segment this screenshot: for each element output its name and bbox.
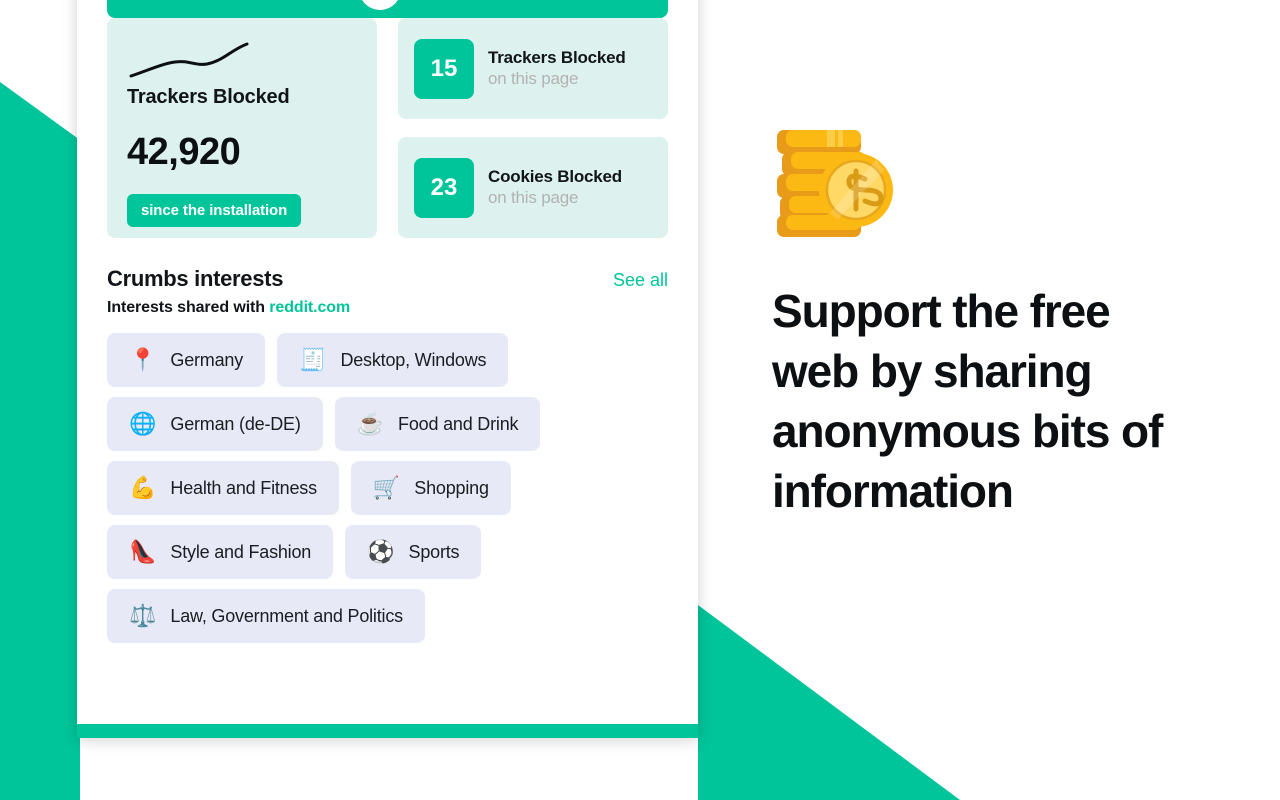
shopping-cart-icon: 🛒 bbox=[372, 475, 401, 500]
globe-icon: 🌐 bbox=[129, 411, 157, 436]
interests-header: Crumbs interests See all bbox=[107, 266, 668, 292]
card-body: Trackers Blocked 42,920 since the instal… bbox=[77, 18, 698, 643]
interest-chip-label: Desktop, Windows bbox=[340, 349, 487, 370]
interest-chip[interactable]: 🧾 Desktop, Windows bbox=[277, 333, 509, 387]
interests-subtitle-domain[interactable]: reddit.com bbox=[269, 299, 350, 316]
interest-chip[interactable]: 🌐 German (de-DE) bbox=[107, 397, 323, 451]
interests-title: Crumbs interests bbox=[107, 266, 284, 291]
interest-chip[interactable]: 🛒 Shopping bbox=[350, 461, 511, 515]
interest-chip-label: Style and Fashion bbox=[170, 541, 312, 562]
interest-chip-label: Health and Fitness bbox=[170, 477, 317, 498]
soccer-ball-icon: ⚽ bbox=[367, 539, 395, 564]
location-pin-icon: 📍 bbox=[129, 347, 157, 372]
mini-stats-column: 15 Trackers Blocked on this page 23 Cook… bbox=[398, 18, 668, 238]
avatar bbox=[359, 0, 401, 10]
mini-stat-title: Trackers Blocked bbox=[488, 48, 626, 67]
high-heel-icon: 👠 bbox=[129, 539, 157, 564]
cookies-blocked-page-card: 23 Cookies Blocked on this page bbox=[398, 137, 668, 238]
promo-title: Support the free web by sharing anonymou… bbox=[772, 285, 1163, 517]
mini-stat-subtitle: on this page bbox=[488, 69, 579, 88]
interest-chip[interactable]: ⚖️ Law, Government and Politics bbox=[107, 589, 425, 643]
balance-scale-icon: ⚖️ bbox=[129, 603, 157, 628]
interest-chip[interactable]: ⚽ Sports bbox=[345, 525, 482, 579]
interests-subtitle: Interests shared with reddit.com bbox=[107, 299, 668, 317]
interest-chip[interactable]: ☕ Food and Drink bbox=[334, 397, 541, 451]
receipt-icon: 🧾 bbox=[299, 347, 327, 372]
mini-stat-subtitle: on this page bbox=[488, 188, 579, 207]
flexed-biceps-icon: 💪 bbox=[129, 475, 157, 500]
big-stat-title: Trackers Blocked bbox=[127, 86, 290, 108]
coin-stack-icon bbox=[777, 130, 893, 237]
big-stat-value: 42,920 bbox=[127, 131, 241, 173]
background-triangle-left bbox=[0, 82, 80, 800]
card-footer-bar bbox=[77, 724, 698, 738]
sparkline-trend-icon bbox=[129, 42, 249, 78]
interest-chip-label: Law, Government and Politics bbox=[170, 605, 403, 626]
interest-chip-label: Germany bbox=[170, 349, 244, 370]
interest-chip-label: Food and Drink bbox=[398, 413, 519, 434]
background-triangle-right bbox=[698, 605, 960, 800]
interests-subtitle-prefix: Interests shared with bbox=[107, 299, 270, 316]
interest-chip[interactable]: 📍 Germany bbox=[107, 333, 266, 387]
interest-chip-label: Sports bbox=[408, 541, 460, 562]
see-all-link[interactable]: See all bbox=[613, 270, 668, 291]
mini-stat-title: Cookies Blocked bbox=[488, 167, 622, 186]
card-header-bar bbox=[107, 0, 668, 18]
interest-chip[interactable]: 💪 Health and Fitness bbox=[107, 461, 339, 515]
trackers-blocked-count-badge: 15 bbox=[414, 38, 474, 99]
interest-chip[interactable]: 👠 Style and Fashion bbox=[107, 525, 334, 579]
hot-beverage-icon: ☕ bbox=[356, 411, 385, 436]
extension-popup-card: Trackers Blocked 42,920 since the instal… bbox=[77, 0, 698, 738]
interest-chip-label: German (de-DE) bbox=[170, 413, 301, 434]
trackers-blocked-page-card: 15 Trackers Blocked on this page bbox=[398, 18, 668, 119]
promo-panel: Support the free web by sharing anonymou… bbox=[772, 118, 1192, 521]
interest-chip-label: Shopping bbox=[414, 477, 489, 498]
cookies-blocked-count-badge: 23 bbox=[414, 157, 474, 218]
since-installation-pill: since the installation bbox=[127, 194, 302, 227]
stats-row: Trackers Blocked 42,920 since the instal… bbox=[107, 18, 668, 238]
trackers-blocked-total-card: Trackers Blocked 42,920 since the instal… bbox=[107, 18, 377, 238]
interest-chip-list: 📍 Germany 🧾 Desktop, Windows 🌐 German (de-DE)… bbox=[107, 333, 668, 643]
crumbs-interests-section: Crumbs interests See all Interests share… bbox=[107, 266, 668, 643]
